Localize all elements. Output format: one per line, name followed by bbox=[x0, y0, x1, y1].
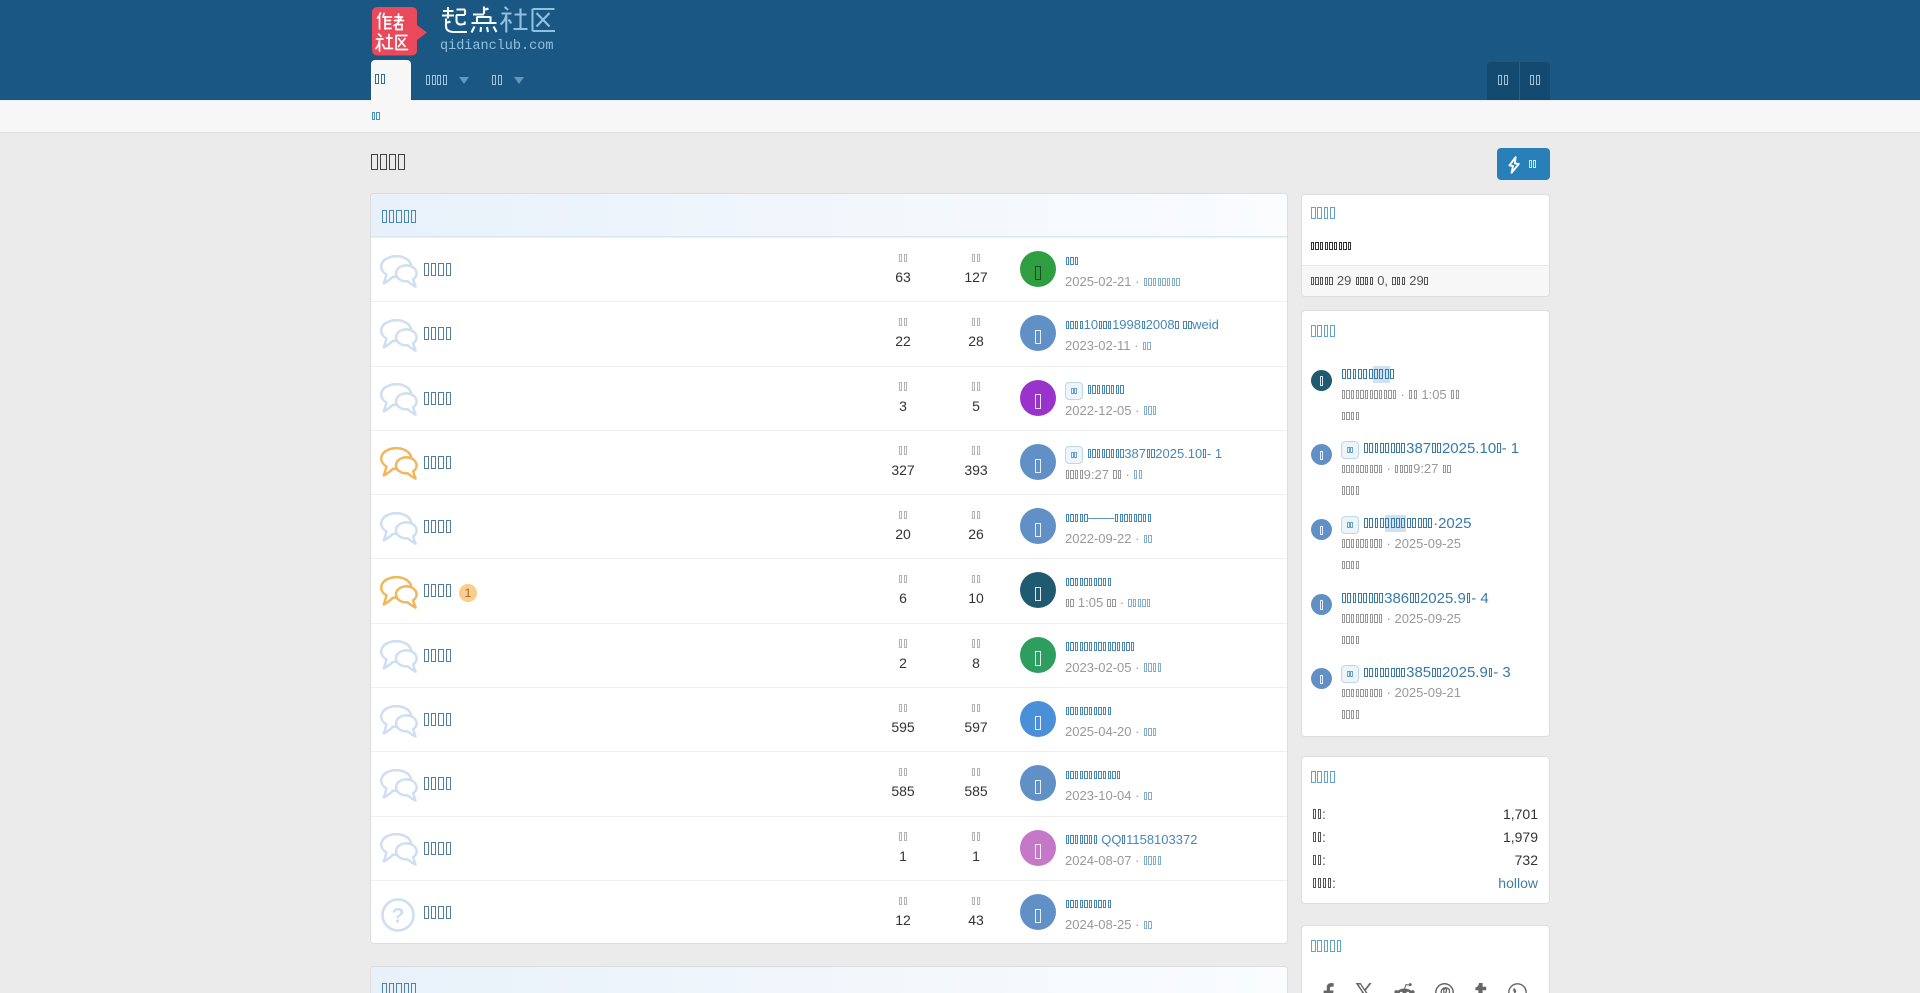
svg-text:?: ? bbox=[392, 905, 405, 928]
